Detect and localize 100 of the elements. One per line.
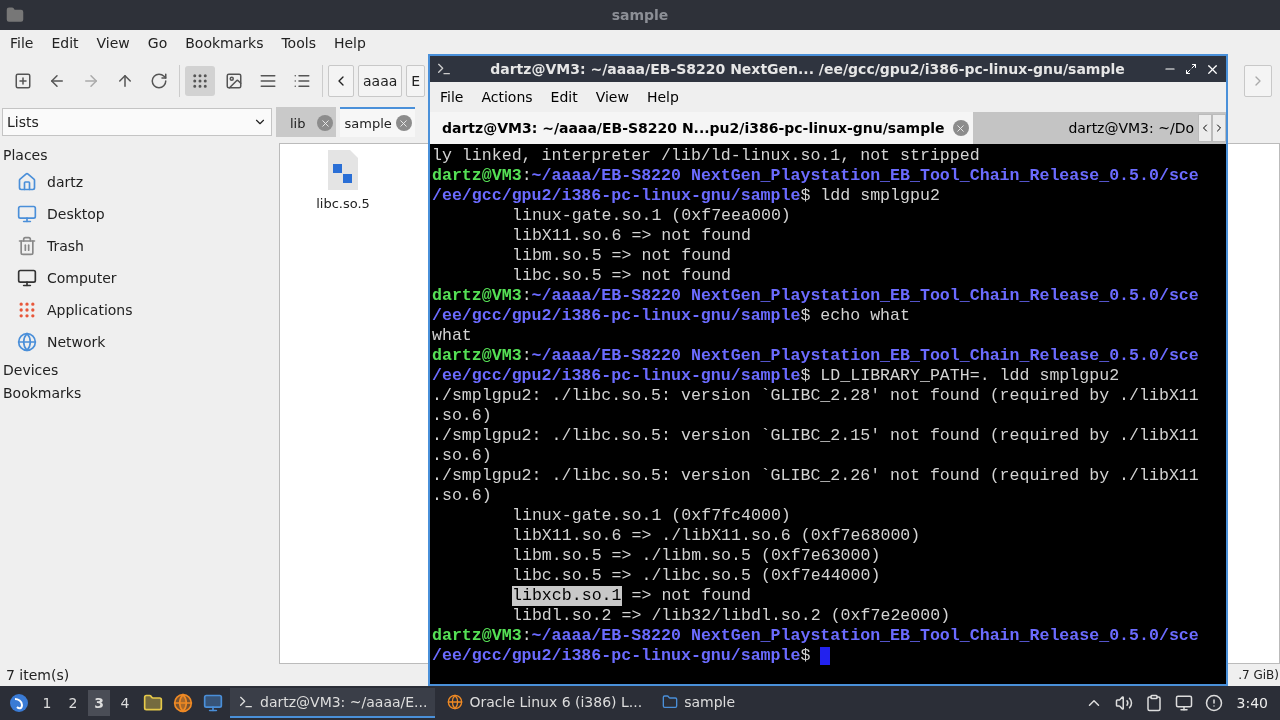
sidebar-section-title[interactable]: Bookmarks xyxy=(3,381,279,404)
terminal-text: libc.so.5 => not found xyxy=(512,266,732,286)
folder-tab[interactable]: sample xyxy=(340,107,415,137)
sidebar-section-title[interactable]: Places xyxy=(3,143,279,166)
prompt-path: ~/aaaa/EB-S8220 NextGen_Playstation_EB_Tool_Chain_Release_0.5.0/sce xyxy=(531,286,1199,306)
sidebar-item[interactable]: Computer xyxy=(3,262,279,294)
terminal-text: .so.6) xyxy=(432,446,492,466)
tab-scroll-left-button[interactable] xyxy=(1198,114,1212,142)
monitor-icon xyxy=(1174,694,1193,712)
terminal-text: ly linked, interpreter /lib/ld-linux.so.1, not stripped xyxy=(432,146,980,166)
window-title: sample xyxy=(610,7,670,23)
terminal-text: ./smplgpu2: ./libc.so.5: version `GLIBC_2.28' not found (required by ./libX11 xyxy=(432,386,1199,406)
terminal-icon xyxy=(238,694,254,710)
start-logo-icon xyxy=(9,693,29,713)
workspace-button[interactable]: 2 xyxy=(62,690,84,716)
menu-item[interactable]: Actions xyxy=(475,89,545,105)
menu-item[interactable]: Tools xyxy=(275,35,328,51)
folder-tab[interactable]: lib xyxy=(276,107,337,137)
workspace-button[interactable]: 3 xyxy=(88,690,110,716)
terminal-text: libX11.so.6 => ./libX11.so.6 (0xf7e68000) xyxy=(512,526,921,546)
trash-icon xyxy=(17,236,37,256)
menu-item[interactable]: File xyxy=(4,35,46,51)
reload-icon xyxy=(150,72,168,90)
grid-icon xyxy=(191,72,209,90)
status-text: 7 item(s) xyxy=(6,667,70,683)
globe-icon xyxy=(447,694,464,710)
prompt-path: ~/aaaa/EB-S8220 NextGen_Playstation_EB_Tool_Chain_Release_0.5.0/sce xyxy=(531,166,1199,186)
menu-item[interactable]: Help xyxy=(327,35,378,51)
terminal-text: linux-gate.so.1 (0xf7fc4000) xyxy=(512,506,791,526)
prompt-path: /ee/gcc/gpu2/i386-pc-linux-gnu/sample xyxy=(432,306,801,326)
sidebar-item[interactable]: Desktop xyxy=(3,198,279,230)
prompt-user: dartz@VM3 xyxy=(432,626,522,646)
alert-icon xyxy=(1204,694,1223,712)
path-button[interactable]: E xyxy=(406,65,426,97)
monitor-icon xyxy=(17,204,37,224)
terminal-text: .so.6) xyxy=(432,406,492,426)
menu-item[interactable]: Help xyxy=(640,89,691,105)
folder-icon xyxy=(662,694,679,710)
maximize-button[interactable] xyxy=(1185,63,1197,75)
menu-item[interactable]: View xyxy=(90,35,142,51)
menu-item[interactable]: Go xyxy=(141,35,180,51)
grid-icon xyxy=(17,300,37,320)
workspace-button[interactable]: 4 xyxy=(114,690,136,716)
task-button[interactable]: dartz@VM3: ~/aaaa/E... xyxy=(230,688,436,718)
volume-icon xyxy=(1114,694,1133,712)
monitor-icon xyxy=(17,268,37,288)
arrow-right-icon xyxy=(82,72,100,90)
clock[interactable]: 3:40 xyxy=(1230,695,1274,711)
globe-icon xyxy=(173,693,193,713)
close-icon[interactable] xyxy=(395,115,412,131)
prompt-colon: : xyxy=(521,346,532,366)
sidebar-item[interactable]: Applications xyxy=(3,294,279,326)
menu-item[interactable]: Bookmarks xyxy=(179,35,276,51)
menu-item[interactable]: View xyxy=(589,89,641,105)
menu-item[interactable]: File xyxy=(434,89,476,105)
terminal-text: $ echo what xyxy=(800,306,910,326)
prompt-user: dartz@VM3 xyxy=(432,346,522,366)
menu-item[interactable]: Edit xyxy=(544,89,590,105)
maximize-icon xyxy=(1185,63,1197,75)
file-name[interactable]: libc.so.5 xyxy=(316,196,370,211)
prompt-user: dartz@VM3 xyxy=(432,286,522,306)
side-pane-dropdown[interactable]: Lists xyxy=(2,108,272,136)
terminal-tab[interactable]: dartz@VM3: ~/Do xyxy=(972,112,1198,144)
path-button[interactable]: aaaa xyxy=(358,65,403,97)
list-icon xyxy=(293,72,311,90)
close-icon[interactable] xyxy=(317,115,334,131)
terminal-text: linux-gate.so.1 (0xf7eea000) xyxy=(512,206,791,226)
close-icon[interactable] xyxy=(952,120,969,136)
lines-icon xyxy=(259,72,277,90)
prompt-path: /ee/gcc/gpu2/i386-pc-linux-gnu/sample xyxy=(432,646,801,666)
icon-view-button[interactable] xyxy=(185,66,215,96)
text-cursor xyxy=(820,647,831,665)
terminal-text: libdl.so.2 => /lib32/libdl.so.2 (0xf7e2e000) xyxy=(512,606,951,626)
home-icon xyxy=(17,172,37,192)
terminal-text: libX11.so.6 => not found xyxy=(512,226,751,246)
sidebar-item[interactable]: Network xyxy=(3,326,279,358)
terminal-text: .so.6) xyxy=(432,486,492,506)
prompt-path: ~/aaaa/EB-S8220 NextGen_Playstation_EB_Tool_Chain_Release_0.5.0/sce xyxy=(531,346,1199,366)
task-button[interactable]: sample xyxy=(654,688,805,718)
tab-scroll-right-button[interactable] xyxy=(1212,114,1226,142)
terminal-icon xyxy=(436,61,452,77)
task-button[interactable]: Oracle Linux 6 (i386) L... xyxy=(439,688,651,718)
terminal-text: => not found xyxy=(630,586,751,606)
prompt-path: /ee/gcc/gpu2/i386-pc-linux-gnu/sample xyxy=(432,186,801,206)
menu-item[interactable]: Edit xyxy=(45,35,91,51)
window-title: dartz@VM3: ~/aaaa/EB-S8220 NextGen... /ee/gcc/gpu2/i386-pc-linux-gnu/sample xyxy=(489,61,1126,77)
window-plus-icon xyxy=(14,72,32,90)
sidebar-item[interactable]: Trash xyxy=(3,230,279,262)
monitor-icon xyxy=(203,693,223,713)
workspace-button[interactable]: 1 xyxy=(36,690,58,716)
path-back-button[interactable] xyxy=(328,65,354,97)
clipboard-icon xyxy=(1144,694,1163,712)
prompt-user: dartz@VM3 xyxy=(432,166,522,186)
file-icon[interactable] xyxy=(326,150,360,190)
sidebar-section-title[interactable]: Devices xyxy=(3,358,279,381)
sidebar-item[interactable]: dartz xyxy=(3,166,279,198)
terminal-tab[interactable]: dartz@VM3: ~/aaaa/EB-S8220 N...pu2/i386-pc-linux-gnu/sample xyxy=(430,112,973,144)
terminal-text: $ ldd smplgpu2 xyxy=(800,186,940,206)
terminal-text: libm.so.5 => ./libm.so.5 (0xf7e63000) xyxy=(512,546,881,566)
terminal-text: what xyxy=(432,326,472,346)
